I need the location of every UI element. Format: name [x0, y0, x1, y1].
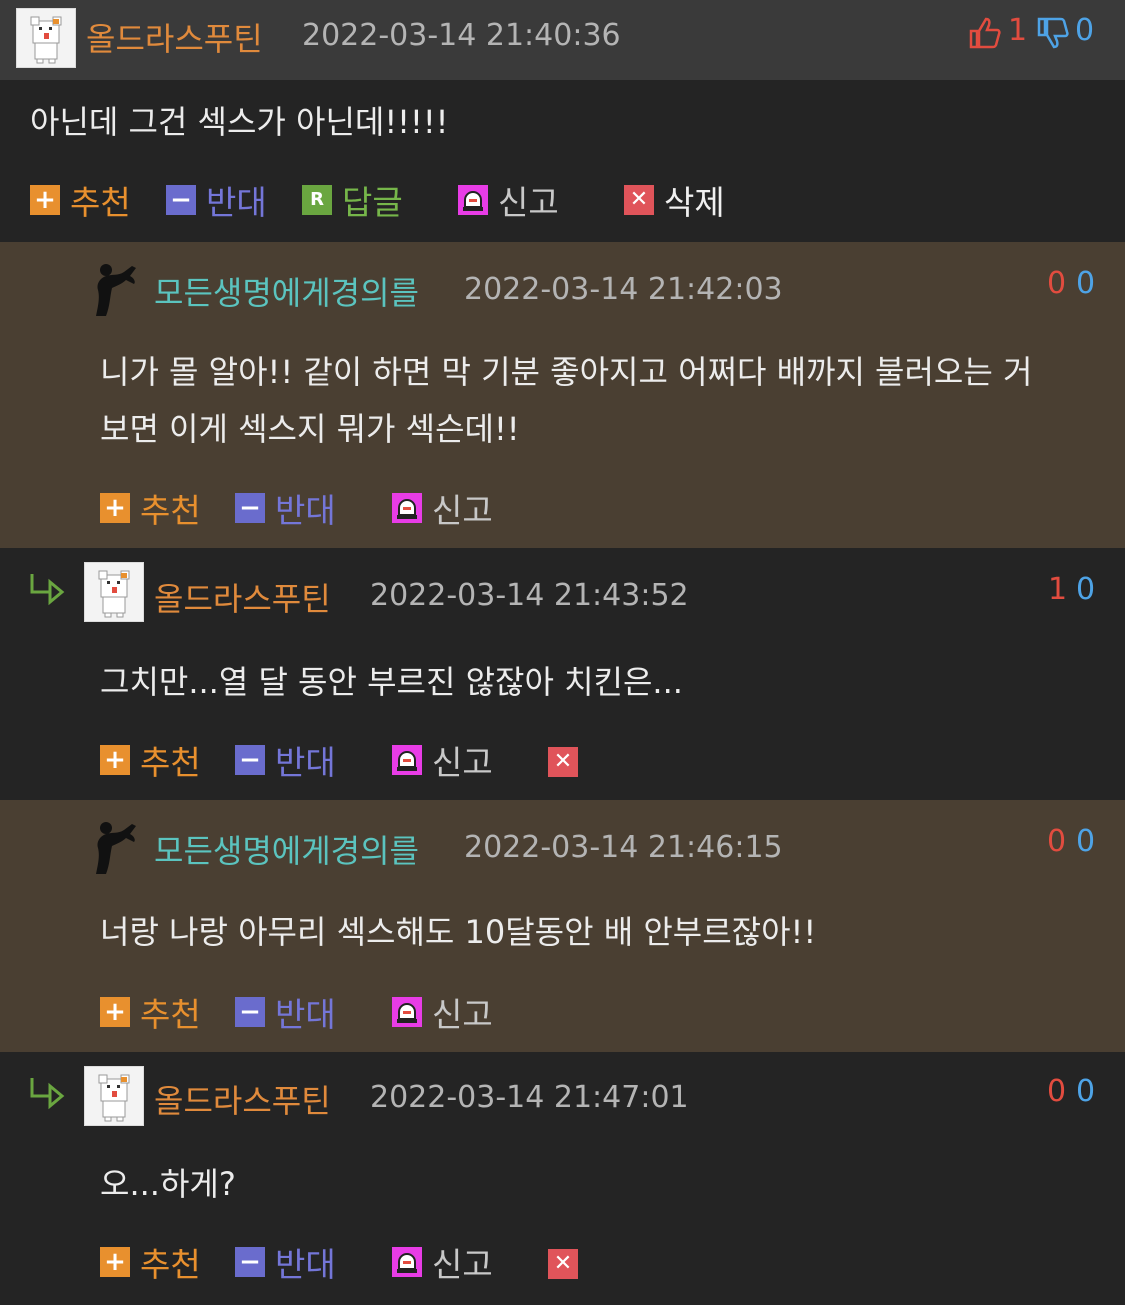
user-avatar[interactable]	[84, 1066, 144, 1126]
recommend-button[interactable]: + 추천	[100, 1242, 201, 1284]
plus-icon: +	[100, 745, 130, 775]
comment-date: 2022-03-14 21:42:03	[464, 272, 783, 307]
reply-icon: R	[302, 185, 332, 215]
report-button[interactable]: 신고	[392, 992, 493, 1034]
comment-text: 그치만...열 달 동안 부르진 않잖아 치킨은...	[100, 663, 683, 701]
report-button[interactable]: 신고	[458, 180, 559, 222]
comment-author[interactable]: 올드라스푸틴	[154, 1076, 331, 1122]
report-button[interactable]: 신고	[392, 740, 493, 782]
report-button[interactable]: 신고	[392, 1242, 493, 1284]
delete-button[interactable]: ✕	[548, 742, 588, 782]
comment-text: 아닌데 그건 섹스가 아닌데!!!!!	[30, 103, 449, 141]
comment-date: 2022-03-14 21:47:01	[370, 1080, 689, 1115]
comment-date: 2022-03-14 21:43:52	[370, 578, 689, 613]
siren-icon	[392, 1247, 422, 1277]
reply-comment: 모든생명에게경의를 2022-03-14 21:46:15 0 0 너랑 나랑 …	[0, 800, 1125, 1052]
user-avatar[interactable]	[84, 562, 144, 622]
user-avatar[interactable]	[82, 256, 146, 320]
upvote-count[interactable]: 0	[1047, 1074, 1066, 1109]
plus-icon: +	[100, 1247, 130, 1277]
plus-icon: +	[100, 493, 130, 523]
close-icon: ✕	[548, 747, 578, 777]
siren-icon	[392, 997, 422, 1027]
minus-icon: −	[235, 997, 265, 1027]
downvote-count[interactable]: 0	[1076, 572, 1095, 607]
comment-author[interactable]: 올드라스푸틴	[86, 14, 263, 60]
comment-author[interactable]: 올드라스푸틴	[154, 574, 331, 620]
comment-text: 오...하게?	[100, 1165, 236, 1203]
recommend-button[interactable]: + 추천	[100, 992, 201, 1034]
comment-text: 니가 몰 알아!! 같이 하면 막 기분 좋아지고 어쩌다 배까지 불러오는 거	[100, 353, 1033, 391]
comment-text: 너랑 나랑 아무리 섹스해도 10달동안 배 안부르잖아!!	[100, 913, 817, 951]
reply-comment: 올드라스푸틴 2022-03-14 21:47:01 0 0 오...하게? +…	[0, 1052, 1125, 1305]
plus-icon: +	[30, 185, 60, 215]
upvote-count[interactable]: 0	[1047, 824, 1066, 859]
recommend-button[interactable]: + 추천	[30, 180, 131, 222]
oppose-button[interactable]: − 반대	[166, 180, 267, 222]
upvote-count[interactable]: 1	[1048, 572, 1067, 607]
user-avatar[interactable]	[16, 8, 76, 68]
upvote-count[interactable]: 0	[1047, 266, 1066, 301]
comment-text: 보면 이게 섹스지 뭐가 섹슨데!!	[100, 410, 520, 448]
siren-icon	[458, 185, 488, 215]
downvote-count: 0	[1075, 13, 1095, 48]
minus-icon: −	[166, 185, 196, 215]
minus-icon: −	[235, 745, 265, 775]
minus-icon: −	[235, 493, 265, 523]
report-button[interactable]: 신고	[392, 488, 493, 530]
minus-icon: −	[235, 1247, 265, 1277]
reply-arrow-icon	[28, 1076, 68, 1114]
comment-author[interactable]: 모든생명에게경의를	[154, 826, 419, 872]
delete-button[interactable]: ✕ 삭제	[624, 180, 725, 222]
downvote-count[interactable]: 0	[1076, 266, 1095, 301]
siren-icon	[392, 493, 422, 523]
reply-button[interactable]: R 답글	[302, 180, 403, 222]
plus-icon: +	[100, 997, 130, 1027]
user-avatar[interactable]	[82, 814, 146, 878]
recommend-button[interactable]: + 추천	[100, 488, 201, 530]
oppose-button[interactable]: − 반대	[235, 992, 336, 1034]
oppose-button[interactable]: − 반대	[235, 488, 336, 530]
upvote-count: 1	[1008, 13, 1028, 48]
delete-button[interactable]: ✕	[548, 1244, 588, 1284]
recommend-button[interactable]: + 추천	[100, 740, 201, 782]
oppose-button[interactable]: − 반대	[235, 740, 336, 782]
reply-comment: 올드라스푸틴 2022-03-14 21:43:52 1 0 그치만...열 달…	[0, 548, 1125, 800]
downvote-count[interactable]: 0	[1076, 1074, 1095, 1109]
reply-comment: 모든생명에게경의를 2022-03-14 21:42:03 0 0 니가 몰 알…	[0, 242, 1125, 548]
comment-header: 올드라스푸틴 2022-03-14 21:40:36 1 0	[0, 0, 1125, 80]
thumbs-up-icon[interactable]	[968, 16, 1002, 54]
oppose-button[interactable]: − 반대	[235, 1242, 336, 1284]
reply-arrow-icon	[28, 572, 68, 610]
downvote-count[interactable]: 0	[1076, 824, 1095, 859]
comment-body: 아닌데 그건 섹스가 아닌데!!!!! + 추천 − 반대 R 답글 신고 ✕ …	[0, 80, 1125, 242]
comment-author[interactable]: 모든생명에게경의를	[154, 268, 419, 314]
close-icon: ✕	[548, 1249, 578, 1279]
comment-date: 2022-03-14 21:40:36	[302, 18, 621, 53]
thumbs-down-icon[interactable]	[1036, 16, 1070, 54]
comment-date: 2022-03-14 21:46:15	[464, 830, 783, 865]
close-icon: ✕	[624, 185, 654, 215]
siren-icon	[392, 745, 422, 775]
